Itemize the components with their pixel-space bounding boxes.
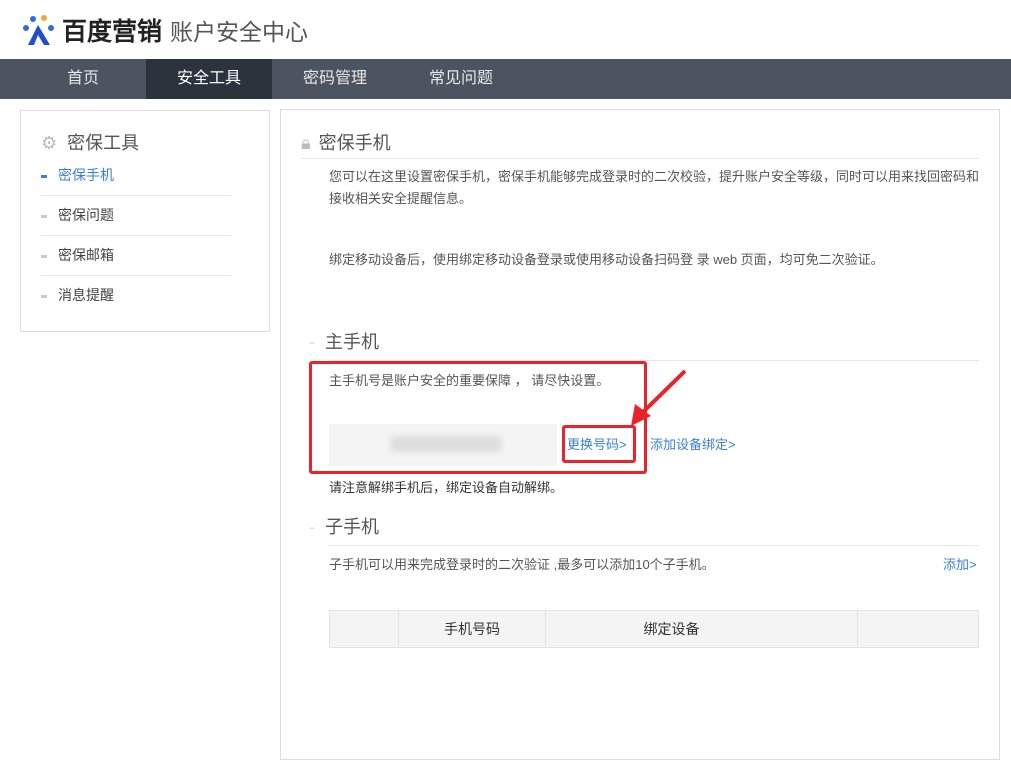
- add-device-link[interactable]: 添加设备绑定>: [650, 434, 736, 456]
- nav-password[interactable]: 密码管理: [272, 59, 398, 99]
- nav-home[interactable]: 首页: [20, 59, 146, 99]
- sidebar-item-notify[interactable]: 消息提醒: [41, 275, 231, 315]
- sidebar-item-question[interactable]: 密保问题: [41, 195, 231, 236]
- device-note: 绑定移动设备后，使用绑定移动设备登录或使用移动设备扫码登 录 web 页面，均可…: [329, 249, 884, 271]
- sidebar-title: ⚙密保工具: [41, 129, 139, 155]
- page-title: 🔒︎密保手机: [301, 129, 391, 155]
- sidebar-item-phone[interactable]: 密保手机: [41, 155, 231, 196]
- sidebar: ⚙密保工具 密保手机 密保问题 密保邮箱 消息提醒: [20, 110, 270, 332]
- add-secondary-link[interactable]: 添加>: [943, 554, 977, 576]
- col-phone: 手机号码: [399, 611, 546, 647]
- brand-name: 百度营销: [62, 12, 162, 48]
- highlight-box-change: [562, 425, 636, 463]
- sidebar-item-email[interactable]: 密保邮箱: [41, 235, 231, 276]
- secondary-table-header: 手机号码 绑定设备: [329, 610, 979, 648]
- col-device: 绑定设备: [546, 611, 858, 647]
- red-arrow-icon: [621, 368, 691, 428]
- secondary-title: -子手机: [309, 513, 379, 539]
- lock-icon: 🔒︎: [301, 133, 311, 153]
- site-subtitle: 账户安全中心: [170, 13, 308, 47]
- main-nav: 首页 安全工具 密码管理 常见问题: [0, 59, 1011, 99]
- nav-security-tools[interactable]: 安全工具: [146, 59, 272, 99]
- main-panel: 🔒︎密保手机 您可以在这里设置密保手机，密保手机能够完成登录时的二次校验，提升账…: [280, 109, 1000, 760]
- baidu-marketing-logo-icon: [20, 13, 56, 47]
- intro-text: 您可以在这里设置密保手机，密保手机能够完成登录时的二次校验，提升账户安全等级，同…: [329, 166, 979, 210]
- primary-note: 请注意解绑手机后，绑定设备自动解绑。: [329, 477, 563, 499]
- gear-icon: ⚙: [41, 133, 57, 153]
- nav-faq[interactable]: 常见问题: [398, 59, 524, 99]
- primary-title: -主手机: [309, 328, 379, 354]
- logo: 百度营销 账户安全中心: [20, 12, 308, 48]
- secondary-desc: 子手机可以用来完成登录时的二次验证 ,最多可以添加10个子手机。: [329, 554, 715, 576]
